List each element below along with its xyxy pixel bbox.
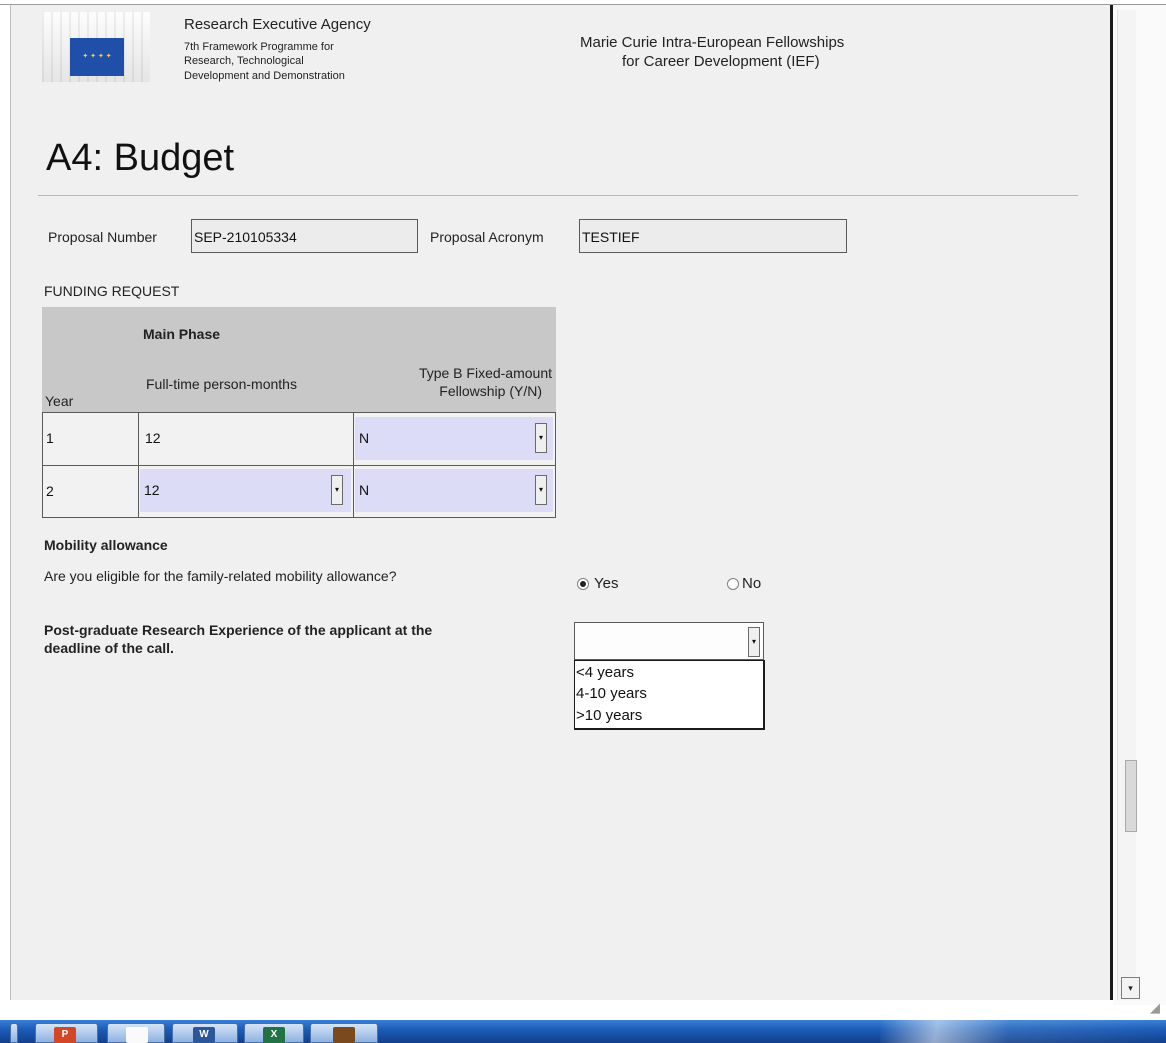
column-divider (353, 413, 354, 517)
scrollbar-track[interactable] (1117, 10, 1136, 1000)
row-2-person-months-select[interactable]: 12 ▾ (140, 469, 351, 512)
row-2-type-b-value: N (359, 482, 370, 498)
experience-options-list: <4 years 4-10 years >10 years (574, 660, 765, 730)
excel-icon: X (263, 1027, 285, 1043)
row-1-type-b-select[interactable]: N ▾ (355, 417, 553, 460)
programme-line-3: Development and Demonstration (184, 70, 345, 82)
funding-table: Main Phase Year Full-time person-months … (42, 307, 556, 518)
programme-line-1: 7th Framework Programme for (184, 41, 334, 53)
resize-grip-icon[interactable]: ◢ (1150, 1000, 1166, 1016)
proposal-number-field[interactable]: SEP-210105334 (191, 219, 418, 253)
funding-table-body: 1 12 N ▾ 2 12 ▾ N ▾ (42, 412, 556, 518)
fellowship-title-line-2: for Career Development (IEF) (622, 53, 820, 70)
row-1-person-months[interactable]: 12 (145, 430, 161, 446)
funding-table-header: Main Phase Year Full-time person-months … (42, 307, 556, 413)
scrollbar-thumb[interactable] (1125, 760, 1137, 832)
agency-name: Research Executive Agency (184, 16, 371, 33)
mobility-allowance-heading: Mobility allowance (44, 537, 168, 553)
dropdown-arrow-icon[interactable]: ▾ (748, 627, 760, 657)
taskbar-app-pdf[interactable] (107, 1023, 165, 1043)
funding-request-heading: FUNDING REQUEST (44, 283, 180, 299)
eu-flag-icon: ✦ ✦ ✦ ✦ (70, 38, 124, 76)
experience-question-line-1: Post-graduate Research Experience of the… (44, 622, 433, 638)
row-divider (43, 465, 555, 466)
experience-option[interactable]: >10 years (576, 707, 642, 724)
mobility-yes-radio[interactable] (577, 578, 589, 590)
proposal-acronym-field[interactable]: TESTIEF (579, 219, 847, 253)
eu-stars: ✦ ✦ ✦ ✦ (82, 53, 112, 60)
taskbar-app-excel[interactable]: X (244, 1023, 304, 1043)
programme-line-2: Research, Technological (184, 55, 304, 67)
mobility-question: Are you eligible for the family-related … (44, 568, 397, 584)
taskbar-start-edge[interactable] (10, 1023, 18, 1043)
pdf-icon (126, 1027, 148, 1043)
experience-option[interactable]: 4-10 years (576, 685, 647, 702)
mobility-yes-label[interactable]: Yes (594, 575, 618, 592)
experience-question-line-2: deadline of the call. (44, 640, 174, 656)
taskbar-app-powerpoint[interactable]: P (35, 1023, 98, 1043)
taskbar-app-folder[interactable] (310, 1023, 378, 1043)
scroll-down-arrow-icon[interactable]: ▾ (1121, 977, 1140, 999)
taskbar-app-word[interactable]: W (172, 1023, 238, 1043)
row-1-type-b-value: N (359, 430, 370, 446)
experience-select[interactable]: ▾ (574, 622, 764, 660)
row-2-person-months-value: 12 (144, 482, 160, 498)
dropdown-arrow-icon[interactable]: ▾ (331, 475, 343, 505)
word-icon: W (193, 1027, 215, 1043)
powerpoint-icon: P (54, 1027, 76, 1043)
proposal-number-label: Proposal Number (48, 229, 157, 245)
person-months-column-header: Full-time person-months (146, 376, 297, 392)
mobility-no-radio[interactable] (727, 578, 739, 590)
fellowship-title-line-1: Marie Curie Intra-European Fellowships (580, 34, 845, 51)
page-title: A4: Budget (46, 137, 235, 179)
proposal-acronym-label: Proposal Acronym (430, 229, 544, 245)
year-column-header: Year (45, 393, 74, 409)
title-divider (38, 195, 1078, 196)
column-divider (138, 413, 139, 517)
folder-icon (333, 1027, 355, 1043)
dropdown-arrow-icon[interactable]: ▾ (535, 423, 547, 453)
type-b-column-header-line-1: Type B Fixed-amount (418, 365, 552, 381)
type-b-column-header-line-2: Fellowship (Y/N) (439, 383, 542, 399)
experience-option[interactable]: <4 years (576, 664, 634, 681)
row-1-year: 1 (46, 430, 54, 446)
dropdown-arrow-icon[interactable]: ▾ (535, 475, 547, 505)
main-phase-header: Main Phase (143, 326, 221, 342)
row-2-year: 2 (46, 483, 54, 499)
row-2-type-b-select[interactable]: N ▾ (355, 469, 553, 512)
mobility-no-label[interactable]: No (742, 575, 761, 592)
